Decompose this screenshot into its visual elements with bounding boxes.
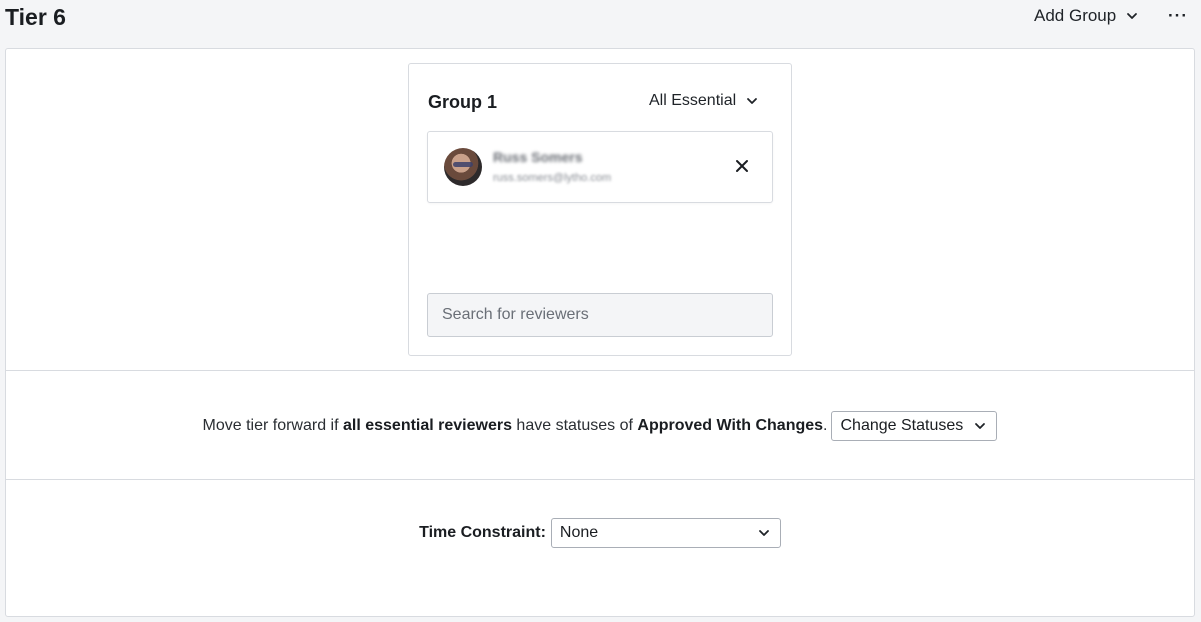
divider [6,479,1194,480]
avatar [444,148,482,186]
group-card: Group 1 All Essential Russ Somers russ.s… [408,63,792,356]
time-constraint-label: Time Constraint: [419,524,546,541]
tier-panel: Group 1 All Essential Russ Somers russ.s… [5,48,1195,617]
rule-reviewers: all essential reviewers [342,417,512,434]
close-icon[interactable] [734,158,750,174]
rule-suffix: . [823,417,828,434]
time-constraint-row: Time Constraint: None [6,517,1194,549]
change-statuses-select[interactable]: Change Statuses [831,411,998,441]
chevron-down-icon [747,98,758,104]
chevron-down-icon [1127,13,1138,19]
add-group-label: Add Group [1034,6,1117,25]
more-options-icon[interactable]: ··· [1168,6,1188,26]
reviewer-name: Russ Somers [493,149,583,165]
reviewer-email: russ.somers@lytho.com [493,172,612,184]
tier-header: Tier 6 Add Group ··· [0,0,1201,44]
time-constraint-select[interactable]: None [550,518,781,548]
change-statuses-label: Change Statuses [840,417,964,434]
essential-dropdown[interactable]: All Essential [649,92,758,110]
search-reviewers-input[interactable] [427,293,773,337]
time-constraint-value: None [559,524,599,541]
divider [6,370,1194,371]
essential-label: All Essential [649,92,737,109]
reviewer-card: Russ Somers russ.somers@lytho.com [427,131,773,203]
add-group-button[interactable]: Add Group [1034,6,1138,26]
rule-middle: have statuses of [511,417,638,434]
tier-title: Tier 6 [5,4,66,30]
chevron-down-icon [759,530,769,536]
rule-prefix: Move tier forward if [202,417,343,434]
advance-rule: Move tier forward if all essential revie… [6,409,1194,443]
chevron-down-icon [975,423,986,429]
group-title: Group 1 [428,92,498,112]
rule-status: Approved With Changes [637,417,824,434]
